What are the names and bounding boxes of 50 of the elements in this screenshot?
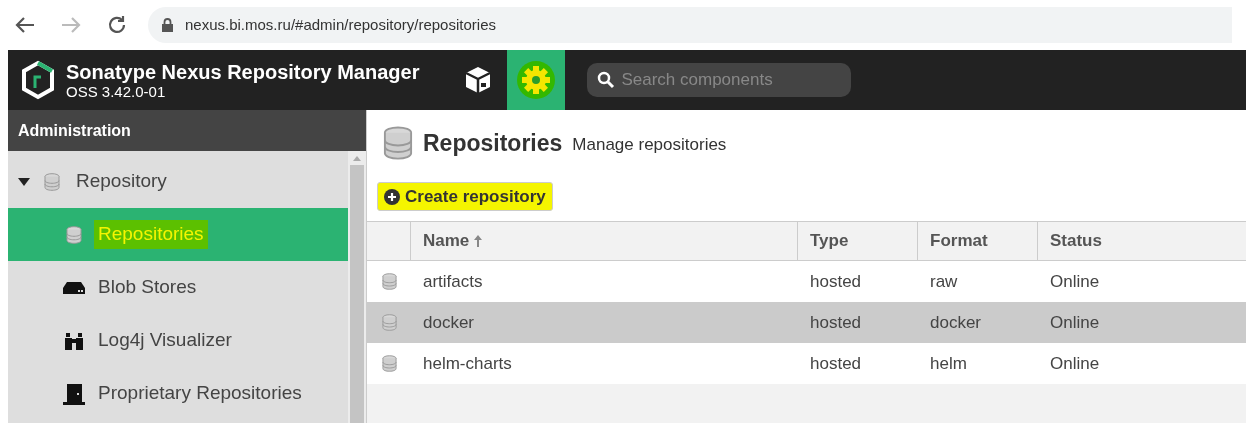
sidebar-item[interactable]: Proprietary Repositories [8,367,348,420]
door-icon [63,382,85,405]
address-bar[interactable]: nexus.bi.mos.ru/#admin/repository/repositories [148,7,1232,43]
create-repository-button[interactable]: Create repository [377,182,553,211]
page-subtitle: Manage repositories [572,134,727,157]
plus-circle-icon [384,188,400,205]
database-icon [381,314,397,331]
app-title: Sonatype Nexus Repository Manager [66,61,420,82]
table-cell-text: hosted [809,311,863,334]
column-header[interactable]: Name [411,222,798,260]
table-cell-text: hosted [809,270,863,293]
sort-ascending-icon [473,234,484,248]
table-row[interactable]: helm-charts hosted helm Online [367,343,1246,384]
database-icon [381,273,397,290]
url-text: nexus.bi.mos.ru/#admin/repository/repositories [185,14,496,35]
lock-icon [162,18,173,32]
table-cell-text: Online [1049,352,1101,375]
table-cell-text: raw [929,270,959,293]
logo-icon [20,60,56,100]
table-row[interactable]: docker hosted docker Online [367,302,1246,343]
table-cell-text: helm-charts [422,352,513,375]
column-header[interactable]: Type [798,222,918,260]
binoculars-icon [64,331,84,350]
column-header[interactable]: Format [918,222,1038,260]
search-field[interactable]: Search components [587,63,852,97]
search-icon [597,71,616,89]
sidebar-item[interactable]: Blob Stores [8,261,348,314]
table-cell-text: Online [1049,311,1101,334]
database-icon [44,172,60,191]
column-header[interactable]: Status [1038,222,1246,260]
table-cell-text: helm [929,352,968,375]
database-icon [66,225,82,244]
hard-drive-icon [63,280,85,295]
table-cell-text: Online [1049,270,1101,293]
caret-down-icon[interactable] [18,176,32,187]
gear-icon [520,64,553,96]
table-cell-text: artifacts [422,270,484,293]
database-icon [381,355,397,372]
sidebar-item[interactable]: Log4j Visualizer [8,314,348,367]
table-cell-text: docker [422,311,476,334]
database-icon [383,126,413,160]
scrollbar[interactable] [348,151,366,423]
table-cell-text: hosted [809,352,863,375]
table-row[interactable]: artifacts hosted raw Online [367,261,1246,302]
app-version: OSS 3.42.0-01 [66,83,167,99]
table-cell-text: docker [929,311,983,334]
sidebar-header: Administration [8,110,366,151]
reload-icon[interactable] [106,14,128,36]
sidebar-item[interactable]: Repository [8,155,348,208]
page-title: Repositories [423,128,563,158]
